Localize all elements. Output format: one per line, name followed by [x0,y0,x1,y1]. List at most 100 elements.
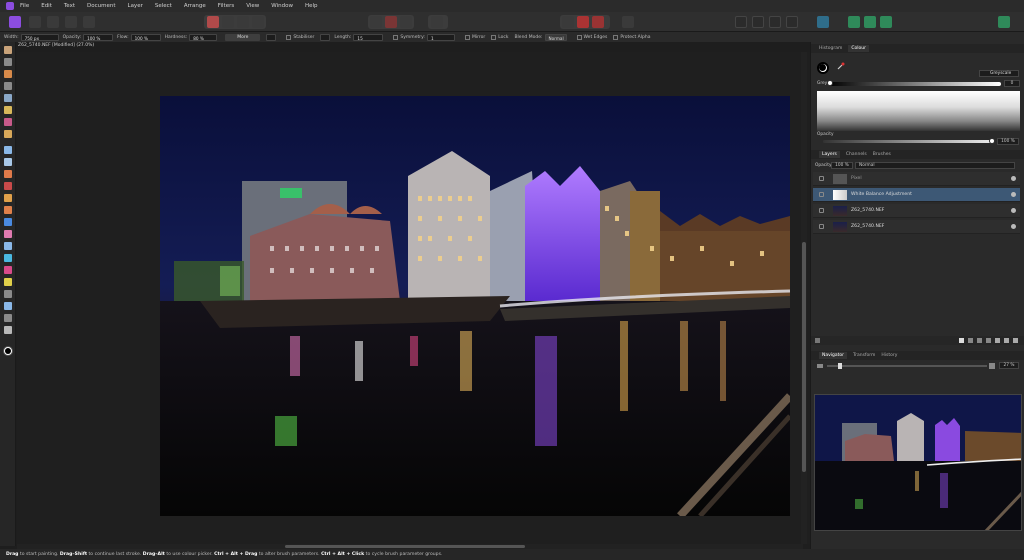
menu-file[interactable]: File [20,3,29,9]
zoom-value-field[interactable]: 27 % [999,362,1019,369]
dodge-brush-tool-icon[interactable] [4,194,12,202]
erase-brush-tool-icon[interactable] [4,182,12,190]
menu-edit[interactable]: Edit [41,3,52,9]
adjustment-icon[interactable] [968,338,973,343]
fx-icon[interactable] [977,338,982,343]
width-field[interactable]: 750 px [20,33,59,41]
export-persona-icon[interactable] [83,16,95,28]
mirror-checkbox[interactable] [464,34,470,40]
arrange-a-icon[interactable] [848,16,860,28]
zoom-out-icon[interactable] [817,364,823,368]
wet-edges-checkbox[interactable] [576,34,582,40]
clone-brush-tool-icon[interactable] [4,206,12,214]
zoom-tool-icon[interactable] [4,326,12,334]
navigator-preview[interactable] [814,394,1022,531]
layer-visibility-icon[interactable] [1011,208,1016,213]
blend-mode-select[interactable]: Normal [544,33,567,41]
menu-document[interactable]: Document [87,3,116,9]
layer-row[interactable]: Z62_5740.NEF [813,220,1020,234]
develop-persona-icon[interactable] [47,16,59,28]
photo-persona-icon[interactable] [9,16,21,28]
healing-brush-tool-icon[interactable] [4,230,12,238]
rectangle-tool-icon[interactable] [4,290,12,298]
selection-new-icon[interactable] [562,16,574,28]
layer-row-selected[interactable]: White Balance Adjustment [813,188,1020,202]
opacity-field[interactable]: 100 % [83,33,114,41]
tab-history[interactable]: History [881,353,897,358]
view-c-icon[interactable] [769,16,781,28]
mode-b-icon[interactable] [385,16,397,28]
tab-histogram[interactable]: Histogram [819,46,842,51]
flood-select-tool-icon[interactable] [4,106,12,114]
arrange-c-icon[interactable] [880,16,892,28]
tone-mapping-persona-icon[interactable] [65,16,77,28]
document-photo[interactable] [160,96,790,516]
blur-brush-tool-icon[interactable] [4,218,12,226]
more-button[interactable]: More [225,33,261,41]
layer-row[interactable]: Pixel [813,172,1020,186]
document-tab[interactable]: Z62_5740.NEF [Modified] (27.0%) [18,43,94,51]
layer-visibility-icon[interactable] [1011,176,1016,181]
mesh-warp-tool-icon[interactable] [4,314,12,322]
colour-picker-tool-icon[interactable] [4,70,12,78]
selection-add-icon[interactable] [577,16,589,28]
colour-mode-select[interactable]: Greyscale [979,70,1019,77]
selection-brush-tool-icon[interactable] [4,94,12,102]
user-account-icon[interactable] [998,16,1010,28]
tab-transform[interactable]: Transform [853,353,875,358]
snapping-icon[interactable] [817,16,829,28]
symmetry-checkbox[interactable] [393,34,399,40]
layer-lock-icon[interactable] [819,192,824,197]
freehand-selection-tool-icon[interactable] [4,130,12,138]
arrange-b-icon[interactable] [864,16,876,28]
view-tool-icon[interactable] [4,46,12,54]
canvas-vertical-scrollbar[interactable] [801,52,807,544]
zoom-slider[interactable] [827,365,987,367]
layer-options-icon[interactable] [815,338,820,343]
tab-colour[interactable]: Colour [848,45,869,52]
layer-visibility-icon[interactable] [1011,224,1016,229]
quick-mask-icon[interactable] [431,16,443,28]
colour-opacity-handle[interactable] [989,138,995,144]
menu-help[interactable]: Help [305,3,318,9]
protect-alpha-checkbox[interactable] [613,34,619,40]
zoom-slider-handle[interactable] [838,363,842,369]
layer-row[interactable]: Z62_5740.NEF [813,204,1020,218]
tab-layers[interactable]: Layers [819,151,840,158]
add-mask-icon[interactable] [959,338,964,343]
vertical-scroll-thumb[interactable] [802,242,806,472]
zoom-in-icon[interactable] [989,363,995,369]
colour-picker-icon[interactable] [837,62,845,70]
move-tool-icon[interactable] [4,58,12,66]
marquee-tool-icon[interactable] [4,118,12,126]
red-eye-tool-icon[interactable] [4,242,12,250]
crop-tool-icon[interactable] [4,82,12,90]
paint-brush-tool-icon[interactable] [4,170,12,178]
liquify-persona-icon[interactable] [29,16,41,28]
view-d-icon[interactable] [786,16,798,28]
auto-contrast-icon[interactable] [222,16,234,28]
brush-settings-icon[interactable] [266,33,277,41]
secondary-colour-swatch[interactable] [5,348,11,354]
symmetry-field[interactable]: 1 [426,33,455,41]
assistant-icon[interactable] [622,16,634,28]
stroke-colour-swatch[interactable] [819,64,826,71]
hardness-field[interactable]: 80 % [189,33,218,41]
auto-colours-icon[interactable] [237,16,249,28]
artistic-text-tool-icon[interactable] [4,302,12,310]
menu-filters[interactable]: Filters [218,3,235,9]
mode-c-icon[interactable] [400,16,412,28]
lock-checkbox[interactable] [491,34,497,40]
length-field[interactable]: 15 [353,33,384,41]
menu-text[interactable]: Text [64,3,75,9]
auto-levels-icon[interactable] [207,16,219,28]
menu-arrange[interactable]: Arrange [184,3,206,9]
flood-fill-tool-icon[interactable] [4,146,12,154]
layer-blend-mode-select[interactable]: Normal [855,162,1015,169]
layer-lock-icon[interactable] [819,224,824,229]
stabiliser-checkbox[interactable] [286,34,292,40]
add-folder-icon[interactable] [1004,338,1009,343]
gradient-tool-icon[interactable] [4,158,12,166]
grey-slider[interactable] [829,82,1001,86]
grey-value-field[interactable]: 0 [1004,80,1020,87]
